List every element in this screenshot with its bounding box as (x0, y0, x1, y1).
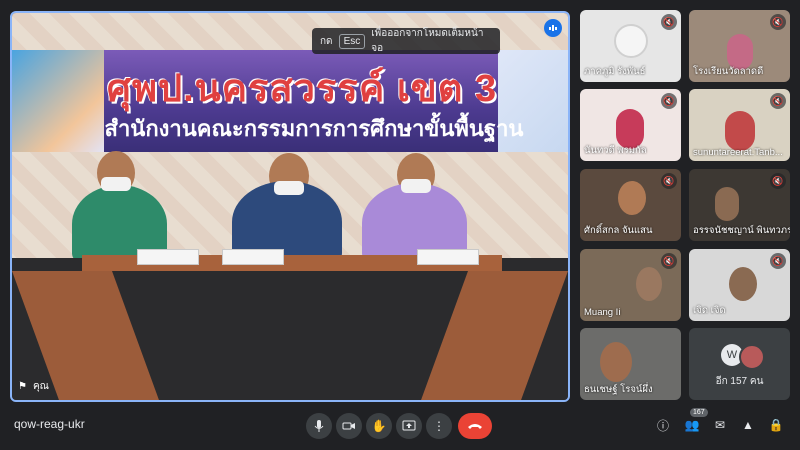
participant-tile[interactable]: 🔇 นันทวดี พรมกัล (580, 89, 681, 161)
chat-icon: ✉ (714, 418, 726, 432)
participant-name: อรรจนัชชญาน์ พินทวภรณ์ (693, 225, 790, 236)
people-button[interactable]: 👥 (682, 415, 702, 435)
banner-title: ศุพป.นครสวรรค์ เขต 3 (106, 68, 498, 110)
mic-off-icon: 🔇 (661, 14, 677, 30)
nameplate (137, 249, 199, 265)
microphone-icon (314, 420, 324, 432)
face-mask (274, 181, 304, 195)
pin-icon[interactable]: ⚑ (18, 381, 27, 392)
nameplate (417, 249, 479, 265)
participant-tile[interactable]: 🔇 ศักดิ์สกล จันแสน (580, 169, 681, 241)
present-screen-icon (402, 420, 416, 431)
participant-video (600, 342, 632, 382)
main-tile-name: คุณ (32, 381, 49, 392)
participant-name: โรงเรียนวัดลาดดี (693, 66, 764, 77)
participant-tile[interactable]: 🔇 sununtareerat.Tanb... (689, 89, 790, 161)
mic-off-icon: 🔇 (661, 93, 677, 109)
participant-name: ศักดิ์สกล จันแสน (584, 225, 653, 236)
main-tile-label: ⚑ คุณ (18, 379, 49, 394)
mic-off-icon: 🔇 (661, 173, 677, 189)
present-screen-button[interactable] (396, 413, 422, 439)
participant-tile[interactable]: 🔇 Muang Ii (580, 249, 681, 321)
nameplate (222, 249, 284, 265)
avatar (739, 344, 765, 370)
mic-off-icon: 🔇 (661, 253, 677, 269)
hang-up-icon (468, 424, 482, 429)
participant-name: นันทวดี พรมกัล (584, 145, 647, 156)
mic-off-icon: 🔇 (770, 253, 786, 269)
participant-video (715, 187, 739, 221)
participant-video (618, 181, 646, 215)
meeting-details-button[interactable]: ⓘ (653, 415, 673, 435)
more-vert-icon: ⋮ (433, 419, 445, 433)
raise-hand-button[interactable]: ✋ (366, 413, 392, 439)
participant-tile[interactable]: ธนเชษฐ์ โรจน์ผึ่ง (580, 328, 681, 400)
participant-name: sununtareerat.Tanb... (693, 147, 783, 158)
activities-button[interactable]: ▲ (738, 415, 758, 435)
participant-tile[interactable]: 🔇 โรงเรียนวัดลาดดี (689, 10, 790, 82)
lock-icon: 🔒 (768, 418, 784, 432)
participant-tile[interactable]: 🔇 อรรจนัชชญาน์ พินทวภรณ์ (689, 169, 790, 241)
main-video-tile[interactable]: ศุพป.นครสวรรค์ เขต 3 สำนักงานคณะกรรมการก… (10, 11, 570, 402)
esc-hint-prefix: กด (320, 35, 333, 47)
mic-off-icon: 🔇 (770, 173, 786, 189)
participant-name: เจิด เจิด (693, 305, 726, 316)
leave-call-button[interactable] (458, 413, 492, 439)
meeting-code: qow-reag-ukr (14, 417, 85, 431)
microphone-button[interactable] (306, 413, 332, 439)
mic-off-icon: 🔇 (770, 14, 786, 30)
chat-button[interactable]: ✉ (710, 415, 730, 435)
face-mask (401, 179, 431, 193)
participant-count-badge: 167 (690, 408, 708, 417)
banner-subtitle: สำนักงานคณะกรรมการการศึกษาขั้นพื้นฐาน (104, 116, 524, 141)
fullscreen-exit-hint: กด Esc เพื่อออกจากโหมดเต็มหน้าจอ (312, 28, 500, 54)
meeting-room-scene: ศุพป.นครสวรรค์ เขต 3 สำนักงานคณะกรรมการก… (12, 13, 568, 400)
esc-key: Esc (338, 33, 366, 49)
banner-image-left (12, 50, 104, 152)
people-icon: 👥 (684, 418, 700, 432)
participant-name: Muang Ii (584, 307, 621, 318)
participant-tile[interactable]: 🔇 ภาคภูมิ รังพันธ์ (580, 10, 681, 82)
participant-video (729, 267, 757, 301)
more-participants-tile[interactable]: W อีก 157 คน (689, 328, 790, 400)
camera-button[interactable] (336, 413, 362, 439)
participant-tile[interactable]: 🔇 เจิด เจิด (689, 249, 790, 321)
participant-name: ภาคภูมิ รังพันธ์ (584, 66, 646, 77)
avatar (614, 24, 648, 58)
participant-video (725, 111, 755, 151)
face-mask (101, 177, 131, 191)
info-icon: ⓘ (656, 418, 669, 433)
camera-icon (342, 422, 355, 430)
more-options-button[interactable]: ⋮ (426, 413, 452, 439)
participant-video (636, 267, 662, 301)
esc-hint-text: เพื่อออกจากโหมดเต็มหน้าจอ (371, 28, 484, 54)
host-controls-button[interactable]: 🔒 (766, 415, 786, 435)
more-participants-label: อีก 157 คน (715, 376, 764, 387)
hand-icon: ✋ (371, 419, 387, 433)
mic-off-icon: 🔇 (770, 93, 786, 109)
speaking-indicator-icon (544, 19, 562, 37)
participant-name: ธนเชษฐ์ โรจน์ผึ่ง (584, 384, 653, 395)
activities-icon: ▲ (742, 418, 754, 432)
